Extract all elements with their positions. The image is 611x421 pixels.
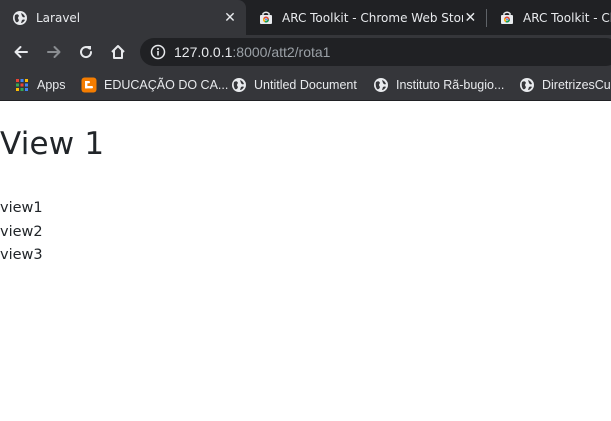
bookmarks-bar: Apps EDUCAÇÃO DO CA... Untitled Document…: [0, 69, 611, 101]
tab-arc-toolkit[interactable]: ARC Toolkit - Chrome: [487, 0, 611, 35]
home-icon: [111, 45, 125, 59]
page-title: View 1: [0, 126, 105, 162]
arrow-left-icon: [14, 46, 28, 58]
bookmark-untitled-document[interactable]: Untitled Document: [231, 69, 357, 100]
bookmark-educacao[interactable]: EDUCAÇÃO DO CA...: [81, 69, 228, 100]
globe-icon: [13, 10, 27, 25]
chrome-web-store-icon: [260, 11, 272, 24]
home-button[interactable]: [105, 39, 131, 65]
back-button[interactable]: [8, 39, 34, 65]
blogger-icon: [81, 77, 97, 92]
tab-close-icon[interactable]: ✕: [222, 10, 238, 26]
info-icon[interactable]: [150, 44, 166, 60]
bookmark-label: Instituto Rã-bugio...: [396, 77, 505, 92]
bookmark-apps[interactable]: Apps: [14, 69, 66, 100]
bookmark-instituto[interactable]: Instituto Rã-bugio...: [373, 69, 504, 100]
reload-icon: [80, 46, 93, 59]
bookmark-label: Apps: [37, 77, 66, 92]
url-text: 127.0.0.1:8000/att2/rota1: [174, 44, 330, 60]
tab-title: ARC Toolkit - Chrome: [523, 10, 611, 25]
tab-title: Laravel: [36, 10, 81, 25]
url-host: 127.0.0.1: [174, 44, 233, 60]
bookmark-diretrizes[interactable]: DiretrizesCur: [519, 69, 611, 100]
forward-button[interactable]: [41, 39, 67, 65]
globe-icon: [232, 77, 246, 92]
tab-close-icon[interactable]: ✕: [463, 10, 478, 26]
tab-arc-toolkit-store[interactable]: ARC Toolkit - Chrome Web Store ✕: [246, 0, 486, 35]
browser-toolbar: 127.0.0.1:8000/att2/rota1: [0, 35, 611, 69]
page-content: View 1 view1 view2 view3: [0, 102, 611, 421]
tab-title: ARC Toolkit - Chrome Web Store: [282, 10, 463, 25]
url-path: :8000/att2/rota1: [232, 44, 331, 60]
view-link-2[interactable]: view2: [0, 221, 43, 245]
view-list: view1 view2 view3: [0, 197, 43, 268]
view-link-3[interactable]: view3: [0, 244, 43, 268]
reload-button[interactable]: [73, 39, 99, 65]
bookmark-label: DiretrizesCur: [542, 77, 611, 92]
arrow-right-icon: [47, 46, 61, 58]
bookmark-label: Untitled Document: [254, 77, 357, 92]
chrome-web-store-icon: [501, 11, 513, 24]
tab-strip: Laravel ✕ ARC Toolkit - Chrome Web Store…: [0, 0, 611, 35]
apps-grid-icon: [16, 78, 28, 91]
view-link-1[interactable]: view1: [0, 197, 43, 221]
bookmark-label: EDUCAÇÃO DO CA...: [104, 77, 229, 92]
globe-icon: [520, 77, 534, 92]
address-bar[interactable]: 127.0.0.1:8000/att2/rota1: [140, 38, 611, 66]
globe-icon: [374, 77, 388, 92]
tab-laravel[interactable]: Laravel ✕: [0, 0, 246, 35]
